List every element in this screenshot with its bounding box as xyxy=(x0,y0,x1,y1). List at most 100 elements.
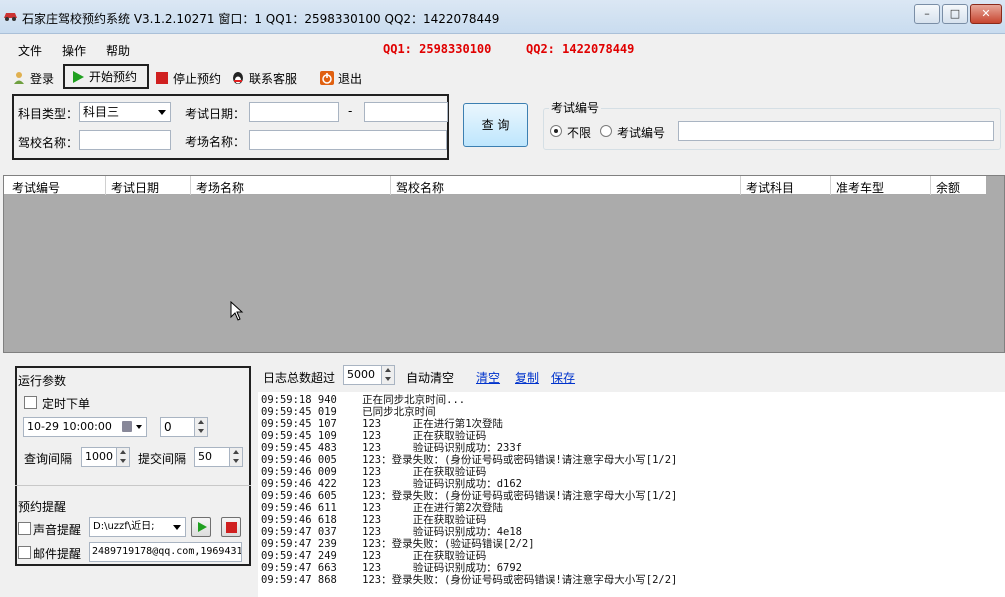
log-limit-spinner[interactable]: 5000 xyxy=(343,365,395,385)
spin-down-icon[interactable] xyxy=(116,457,129,466)
log-line: 09:59:47 239 123：登录失败：(验证码错误[2/2] xyxy=(261,538,535,550)
log-line: 09:59:46 605 123：登录失败：(身份证号码或密码错误!请注意字母大… xyxy=(261,490,678,502)
school-label: 驾校名称： xyxy=(18,136,79,150)
menu-file[interactable]: 文件 xyxy=(18,42,42,59)
exam-date-label: 考试日期： xyxy=(185,107,246,121)
log-line: 09:59:46 009 123 正在获取验证码 xyxy=(261,466,487,478)
contact-support-button[interactable]: 联系客服 xyxy=(231,67,297,89)
clear-link[interactable]: 清空 xyxy=(476,369,500,386)
login-button[interactable]: 登录 xyxy=(12,67,54,89)
log-line: 09:59:47 037 123 验证码识别成功：4e18 xyxy=(261,526,523,538)
col-balance[interactable]: 余额 xyxy=(936,179,960,196)
col-divider xyxy=(390,176,391,195)
col-divider xyxy=(930,176,931,195)
exit-button[interactable]: 退出 xyxy=(320,67,362,89)
run-params-legend: 运行参数 xyxy=(18,374,67,388)
start-booking-button[interactable]: 开始预约 xyxy=(63,64,149,89)
col-car-type[interactable]: 准考车型 xyxy=(836,179,884,196)
subject-select[interactable]: 科目三 xyxy=(79,102,171,122)
log-line: 09:59:45 019 已同步北京时间 xyxy=(261,406,436,418)
user-icon xyxy=(14,72,24,84)
radio-all[interactable] xyxy=(550,125,562,137)
auto-clear-label: 自动清空 xyxy=(406,371,455,385)
spin-down-icon[interactable] xyxy=(229,457,242,466)
maximize-button[interactable]: □ xyxy=(942,4,968,24)
log-textarea[interactable]: 09:59:18 940 正在同步北京时间... 09:59:45 019 已同… xyxy=(258,392,1005,597)
menu-bar: 文件 操作 帮助 QQ1: 2598330100 QQ2: 1422078449 xyxy=(0,37,1005,61)
stop-booking-button[interactable]: 停止预约 xyxy=(155,67,221,89)
date-from-input[interactable] xyxy=(249,102,339,122)
exam-no-legend: 考试编号 xyxy=(549,99,602,116)
window-title: 石家庄驾校预约系统 V3.1.2.10271 窗口：1 QQ1：25983301… xyxy=(22,12,500,26)
spin-up-icon[interactable] xyxy=(194,418,207,427)
log-line: 09:59:46 618 123 正在获取验证码 xyxy=(261,514,487,526)
query-button[interactable]: 查 询 xyxy=(463,103,528,147)
remind-legend: 预约提醒 xyxy=(18,500,67,514)
sound-checkbox[interactable] xyxy=(18,522,31,535)
mouse-cursor-icon xyxy=(230,301,244,321)
exam-grid[interactable]: 考试编号 考试日期 考场名称 驾校名称 考试科目 准考车型 余额 xyxy=(3,175,1005,353)
spin-up-icon[interactable] xyxy=(381,366,394,375)
car-icon xyxy=(4,13,17,21)
grid-header: 考试编号 考试日期 考场名称 驾校名称 考试科目 准考车型 余额 xyxy=(4,176,986,195)
calendar-icon[interactable] xyxy=(122,421,132,432)
chevron-down-icon xyxy=(173,525,181,530)
spin-down-icon[interactable] xyxy=(381,375,394,384)
radio-exam-no[interactable] xyxy=(600,125,612,137)
col-site[interactable]: 考场名称 xyxy=(196,179,244,196)
play-icon xyxy=(198,522,207,532)
qq1-text: QQ1: 2598330100 xyxy=(383,42,492,56)
radio-exam-no-label: 考试编号 xyxy=(617,126,666,140)
mail-checkbox[interactable] xyxy=(18,546,31,559)
submit-interval-spinner[interactable]: 50 xyxy=(194,447,243,467)
school-input[interactable] xyxy=(79,130,171,150)
datetime-picker[interactable]: 10-29 10:00:00 xyxy=(23,417,147,437)
play-sound-button[interactable] xyxy=(191,517,211,537)
col-divider xyxy=(105,176,106,195)
log-limit-label: 日志总数超过 xyxy=(263,371,336,385)
minimize-button[interactable]: – xyxy=(914,4,940,24)
col-exam-date[interactable]: 考试日期 xyxy=(111,179,159,196)
stop-sound-button[interactable] xyxy=(221,517,241,537)
save-link[interactable]: 保存 xyxy=(551,369,575,386)
radio-all-label: 不限 xyxy=(567,126,592,140)
col-exam-no[interactable]: 考试编号 xyxy=(12,179,60,196)
query-interval-label: 查询间隔 xyxy=(24,452,73,466)
menu-help[interactable]: 帮助 xyxy=(106,42,130,59)
log-line: 09:59:46 611 123 正在进行第2次登陆 xyxy=(261,502,504,514)
play-icon xyxy=(73,70,84,83)
col-subject[interactable]: 考试科目 xyxy=(746,179,794,196)
spin-down-icon[interactable] xyxy=(194,427,207,436)
title-bar: 石家庄驾校预约系统 V3.1.2.10271 窗口：1 QQ1：25983301… xyxy=(0,0,1005,34)
col-divider xyxy=(830,176,831,195)
spin-up-icon[interactable] xyxy=(116,448,129,457)
stop-icon xyxy=(226,522,237,533)
toolbar: 登录 开始预约 停止预约 联系客服 退出 xyxy=(0,64,1005,90)
log-line: 09:59:46 422 123 验证码识别成功：d162 xyxy=(261,478,523,490)
menu-operate[interactable]: 操作 xyxy=(62,42,86,59)
copy-link[interactable]: 复制 xyxy=(515,369,539,386)
date-to-input[interactable] xyxy=(364,102,448,122)
qq2-text: QQ2: 1422078449 xyxy=(526,42,635,56)
col-divider xyxy=(740,176,741,195)
query-interval-spinner[interactable]: 1000 xyxy=(81,447,130,467)
col-school[interactable]: 驾校名称 xyxy=(396,179,444,196)
log-line: 09:59:47 868 123：登录失败：(身份证号码或密码错误!请注意字母大… xyxy=(261,574,678,586)
timer-label: 定时下单 xyxy=(42,397,91,411)
sound-path-select[interactable]: D:\uzzf\近日; xyxy=(89,517,186,537)
site-input[interactable] xyxy=(249,130,447,150)
log-line: 09:59:47 663 123 验证码识别成功：6792 xyxy=(261,562,523,574)
exam-no-input[interactable] xyxy=(678,121,994,141)
qq-penguin-icon xyxy=(233,72,243,84)
date-separator: - xyxy=(348,104,353,118)
spin-up-icon[interactable] xyxy=(229,448,242,457)
timer-checkbox[interactable] xyxy=(24,396,37,409)
close-button[interactable]: ✕ xyxy=(970,4,1002,24)
log-line: 09:59:47 249 123 正在获取验证码 xyxy=(261,550,487,562)
log-line: 09:59:45 109 123 正在获取验证码 xyxy=(261,430,487,442)
seconds-spinner[interactable]: 0 xyxy=(160,417,208,437)
mail-input[interactable]: 2489719178@qq.com,1969431 xyxy=(89,542,242,562)
submit-interval-label: 提交间隔 xyxy=(138,452,187,466)
subject-label: 科目类型： xyxy=(18,107,79,121)
chevron-down-icon xyxy=(136,425,142,429)
